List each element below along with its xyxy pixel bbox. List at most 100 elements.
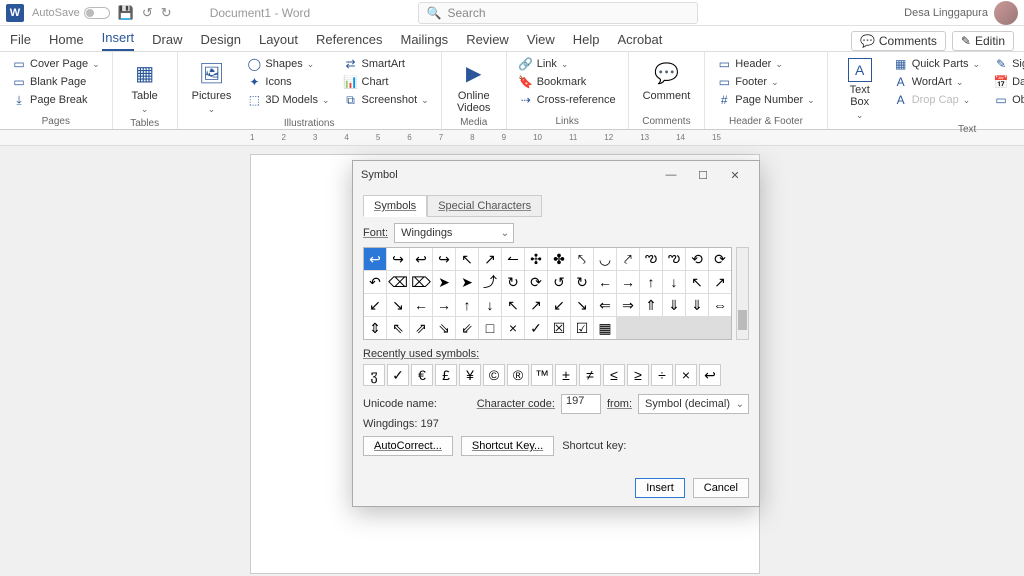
insert-button[interactable]: Insert xyxy=(635,478,685,498)
symbol-cell[interactable]: ⟳ xyxy=(709,248,731,270)
symbol-cell[interactable]: ⇔ xyxy=(709,294,731,316)
symbol-cell[interactable]: ⇙ xyxy=(456,317,478,339)
maximize-button[interactable]: ☐ xyxy=(687,163,719,187)
recent-symbol-cell[interactable]: ↩ xyxy=(699,364,721,386)
tab-help[interactable]: Help xyxy=(573,32,600,51)
symbol-cell[interactable]: ↗ xyxy=(479,248,501,270)
recent-symbol-cell[interactable]: ✓ xyxy=(387,364,409,386)
comments-button[interactable]: 💬 Comments xyxy=(851,31,946,51)
link-button[interactable]: 🔗Link xyxy=(517,56,618,72)
tab-mailings[interactable]: Mailings xyxy=(401,32,449,51)
date-time-button[interactable]: 📅Date & Time xyxy=(992,74,1024,90)
shapes-button[interactable]: ◯Shapes xyxy=(245,56,331,72)
symbol-cell[interactable]: ⟳ xyxy=(525,271,547,293)
symbol-cell[interactable]: ఌ xyxy=(640,248,662,270)
symbol-cell[interactable]: ↩ xyxy=(410,248,432,270)
symbol-cell[interactable]: ↘ xyxy=(387,294,409,316)
chart-button[interactable]: 📊Chart xyxy=(342,74,431,90)
signature-line-button[interactable]: ✎Signature Line xyxy=(992,56,1024,72)
close-button[interactable]: ✕ xyxy=(719,163,751,187)
blank-page-button[interactable]: ▭Blank Page xyxy=(10,74,102,90)
recent-symbol-cell[interactable]: ≠ xyxy=(579,364,601,386)
quick-parts-button[interactable]: ▦Quick Parts xyxy=(892,56,982,72)
symbol-cell[interactable]: ✓ xyxy=(525,317,547,339)
symbol-cell[interactable]: ↻ xyxy=(502,271,524,293)
grid-scrollbar[interactable] xyxy=(736,247,749,340)
symbol-cell[interactable]: ↑ xyxy=(640,271,662,293)
cancel-button[interactable]: Cancel xyxy=(693,478,749,498)
symbol-cell[interactable]: ✣ xyxy=(525,248,547,270)
symbol-cell[interactable]: ◡ xyxy=(594,248,616,270)
symbol-cell[interactable]: ⇒ xyxy=(617,294,639,316)
tab-layout[interactable]: Layout xyxy=(259,32,298,51)
symbol-cell[interactable]: ⇓ xyxy=(686,294,708,316)
recent-symbol-cell[interactable]: £ xyxy=(435,364,457,386)
cross-reference-button[interactable]: ⇢Cross-reference xyxy=(517,92,618,108)
scroll-thumb[interactable] xyxy=(738,310,747,330)
symbol-cell[interactable]: ↩ xyxy=(364,248,386,270)
char-code-input[interactable]: 197 xyxy=(561,394,601,414)
tab-view[interactable]: View xyxy=(527,32,555,51)
screenshot-button[interactable]: ⧉Screenshot xyxy=(342,92,431,108)
tab-symbols[interactable]: Symbols xyxy=(363,195,427,217)
symbol-cell[interactable]: □ xyxy=(479,317,501,339)
pictures-button[interactable]: 🖼Pictures xyxy=(188,56,236,117)
tab-file[interactable]: File xyxy=(10,32,31,51)
recent-symbol-cell[interactable]: ≥ xyxy=(627,364,649,386)
symbol-cell[interactable]: ⤴ xyxy=(479,271,501,293)
recent-symbol-cell[interactable]: ≤ xyxy=(603,364,625,386)
symbol-cell[interactable]: ⤣ xyxy=(571,248,593,270)
tab-design[interactable]: Design xyxy=(201,32,241,51)
symbol-cell[interactable]: ⇘ xyxy=(433,317,455,339)
online-videos-button[interactable]: ▶Online Videos xyxy=(452,56,496,116)
symbol-cell[interactable]: ↪ xyxy=(387,248,409,270)
symbol-cell[interactable]: ↗ xyxy=(709,271,731,293)
symbol-cell[interactable]: ↶ xyxy=(364,271,386,293)
symbol-cell[interactable]: ఌ xyxy=(663,248,685,270)
shortcut-key-button[interactable]: Shortcut Key... xyxy=(461,436,554,456)
symbol-cell[interactable]: ⌫ xyxy=(387,271,409,293)
text-box-button[interactable]: AText Box xyxy=(838,56,882,123)
autosave-toggle[interactable]: AutoSave xyxy=(32,7,110,19)
symbol-cell[interactable]: ✤ xyxy=(548,248,570,270)
symbol-cell[interactable]: ↖ xyxy=(456,248,478,270)
symbol-cell[interactable]: ← xyxy=(594,271,616,293)
recent-symbol-cell[interactable]: € xyxy=(411,364,433,386)
symbol-cell[interactable]: → xyxy=(433,294,455,316)
symbol-cell[interactable]: ⇕ xyxy=(364,317,386,339)
symbol-cell[interactable]: ⇖ xyxy=(387,317,409,339)
symbol-cell[interactable]: ➤ xyxy=(433,271,455,293)
tab-home[interactable]: Home xyxy=(49,32,84,51)
symbol-cell[interactable]: ☒ xyxy=(548,317,570,339)
recent-symbol-cell[interactable]: × xyxy=(675,364,697,386)
recent-symbol-cell[interactable]: © xyxy=(483,364,505,386)
from-select[interactable]: Symbol (decimal) xyxy=(638,394,749,414)
symbol-cell[interactable]: ⇗ xyxy=(410,317,432,339)
symbol-cell[interactable]: ↼ xyxy=(502,248,524,270)
symbol-cell[interactable]: ↓ xyxy=(663,271,685,293)
tab-review[interactable]: Review xyxy=(466,32,509,51)
recent-symbol-cell[interactable]: ÷ xyxy=(651,364,673,386)
font-select[interactable]: Wingdings xyxy=(394,223,514,243)
header-button[interactable]: ▭Header xyxy=(715,56,816,72)
symbol-cell[interactable]: → xyxy=(617,271,639,293)
table-button[interactable]: ▦Table xyxy=(123,56,167,117)
tab-special-characters[interactable]: Special Characters xyxy=(427,195,542,217)
symbol-cell[interactable]: ↓ xyxy=(479,294,501,316)
symbol-cell[interactable]: ↖ xyxy=(686,271,708,293)
symbol-cell[interactable]: ↗ xyxy=(525,294,547,316)
tab-acrobat[interactable]: Acrobat xyxy=(618,32,663,51)
wordart-button[interactable]: AWordArt xyxy=(892,74,982,90)
symbol-cell[interactable]: ➤ xyxy=(456,271,478,293)
undo-icon[interactable]: ↺ xyxy=(142,5,153,21)
page-break-button[interactable]: ⤓Page Break xyxy=(10,92,102,108)
symbol-cell[interactable]: ↪ xyxy=(433,248,455,270)
symbol-cell[interactable]: ↑ xyxy=(456,294,478,316)
avatar[interactable] xyxy=(994,1,1018,25)
minimize-button[interactable]: — xyxy=(655,163,687,187)
save-icon[interactable]: 💾 xyxy=(118,5,134,21)
symbol-cell[interactable]: ← xyxy=(410,294,432,316)
symbol-cell[interactable]: ↙ xyxy=(548,294,570,316)
cover-page-button[interactable]: ▭Cover Page xyxy=(10,56,102,72)
editing-button[interactable]: ✎ Editin xyxy=(952,31,1014,51)
